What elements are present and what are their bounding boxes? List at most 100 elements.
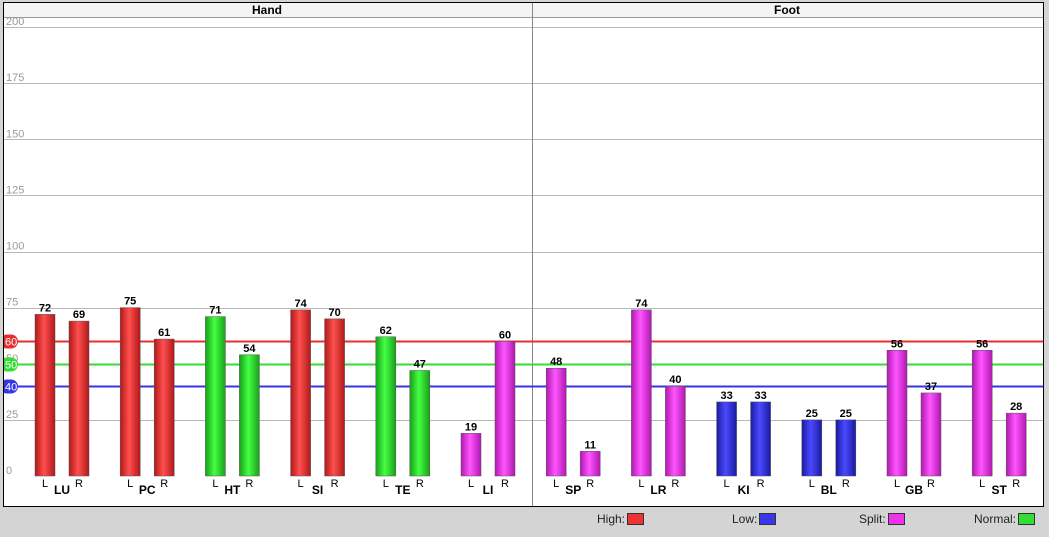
- side-label: R: [842, 478, 850, 490]
- bar-chart: HandFoot025507510012515017520060504072L6…: [4, 3, 1043, 506]
- bar-value-label: 74: [635, 298, 648, 310]
- bar-value-label: 60: [499, 329, 511, 341]
- y-tick-label: 175: [6, 72, 24, 84]
- category-label-sp: SP: [565, 483, 581, 497]
- side-label: L: [468, 478, 474, 490]
- bar-bl-l: [801, 419, 823, 477]
- side-label: L: [724, 478, 730, 490]
- bar-value-label: 61: [158, 327, 170, 339]
- bar-gb-l: [886, 350, 908, 477]
- bar-st-r: [1005, 412, 1027, 477]
- side-label: R: [586, 478, 594, 490]
- bar-value-label: 71: [209, 305, 221, 317]
- side-label: R: [757, 478, 765, 490]
- category-label-pc: PC: [139, 483, 156, 497]
- bar-ht-r: [239, 354, 260, 477]
- bar-lr-l: [631, 309, 652, 477]
- side-label: R: [331, 478, 339, 490]
- y-tick-label: 0: [6, 465, 12, 477]
- bar-bl-r: [835, 419, 857, 477]
- category-label-ht: HT: [224, 483, 241, 497]
- reference-label-50: 50: [5, 360, 17, 372]
- bar-lu-l: [34, 314, 56, 477]
- panel-title-foot: Foot: [774, 3, 800, 17]
- side-label: L: [212, 478, 218, 490]
- y-tick-label: 150: [6, 128, 24, 140]
- bar-gb-r: [920, 392, 942, 477]
- legend-label-normal: Normal:: [974, 512, 1017, 526]
- bar-li-l: [460, 433, 482, 477]
- bar-sp-r: [579, 451, 601, 477]
- bar-si-r: [324, 318, 345, 477]
- bar-value-label: 56: [976, 338, 988, 350]
- category-label-st: ST: [992, 483, 1008, 497]
- side-label: R: [501, 478, 509, 490]
- category-label-bl: BL: [821, 483, 837, 497]
- side-label: L: [383, 478, 389, 490]
- bar-pc-r: [153, 338, 175, 477]
- y-tick-label: 100: [6, 241, 24, 253]
- legend-swatch-high: [627, 513, 645, 525]
- category-label-te: TE: [395, 483, 410, 497]
- legend-item-normal: Normal:: [974, 512, 1036, 526]
- side-label: R: [75, 478, 83, 490]
- side-label: L: [298, 478, 304, 490]
- side-label: L: [638, 478, 644, 490]
- legend-swatch-low: [759, 513, 777, 525]
- bar-value-label: 33: [720, 390, 732, 402]
- bar-value-label: 28: [1010, 401, 1022, 413]
- side-label: R: [245, 478, 253, 490]
- side-label: L: [42, 478, 48, 490]
- category-label-lu: LU: [54, 483, 70, 497]
- bar-sp-l: [545, 367, 567, 477]
- bar-value-label: 74: [294, 298, 307, 310]
- y-tick-label: 200: [6, 16, 24, 28]
- bar-value-label: 25: [806, 408, 818, 420]
- category-label-li: LI: [483, 483, 494, 497]
- bar-value-label: 62: [380, 325, 392, 337]
- legend-swatch-split: [887, 513, 905, 525]
- panel-title-hand: Hand: [252, 3, 282, 17]
- chart-frame: HandFoot025507510012515017520060504072L6…: [3, 2, 1044, 507]
- bar-si-l: [290, 309, 311, 477]
- reference-label-40: 40: [5, 382, 17, 394]
- y-tick-label: 75: [6, 297, 18, 309]
- side-label: R: [416, 478, 424, 490]
- category-label-ki: KI: [738, 483, 750, 497]
- bar-value-label: 56: [891, 338, 903, 350]
- side-label: L: [979, 478, 985, 490]
- bar-value-label: 54: [243, 343, 256, 355]
- bar-value-label: 19: [465, 421, 477, 433]
- y-tick-label: 25: [6, 409, 18, 421]
- legend-item-high: High:: [597, 512, 645, 526]
- legend-label-low: Low:: [732, 512, 758, 526]
- bar-ki-r: [750, 401, 771, 477]
- bar-value-label: 47: [414, 358, 426, 370]
- side-label: R: [927, 478, 935, 490]
- panel-header-strip: [4, 3, 1043, 17]
- category-label-lr: LR: [650, 483, 666, 497]
- bar-li-r: [494, 341, 516, 477]
- bar-st-l: [971, 350, 993, 477]
- bar-value-label: 75: [124, 296, 136, 308]
- bar-value-label: 33: [754, 390, 766, 402]
- legend-label-high: High:: [597, 512, 626, 526]
- side-label: L: [553, 478, 559, 490]
- bar-te-l: [375, 336, 397, 477]
- bar-lu-r: [68, 320, 90, 477]
- bar-value-label: 69: [73, 309, 85, 321]
- bar-ht-l: [205, 316, 226, 477]
- legend-item-low: Low:: [732, 512, 777, 526]
- side-label: R: [160, 478, 168, 490]
- bar-value-label: 37: [925, 381, 937, 393]
- side-label: L: [127, 478, 133, 490]
- side-label: R: [671, 478, 679, 490]
- bar-value-label: 11: [584, 439, 596, 451]
- bar-lr-r: [665, 385, 686, 477]
- legend-label-split: Split:: [859, 512, 886, 526]
- bar-pc-l: [119, 307, 141, 477]
- bar-ki-l: [716, 401, 737, 477]
- bar-value-label: 48: [550, 356, 562, 368]
- bar-value-label: 40: [669, 374, 681, 386]
- bar-value-label: 72: [39, 302, 51, 314]
